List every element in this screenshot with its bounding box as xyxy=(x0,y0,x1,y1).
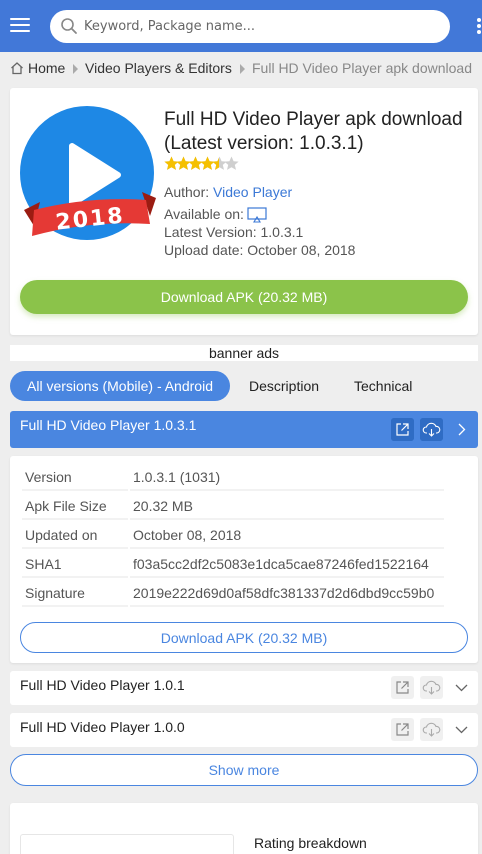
tab-technical[interactable]: Technical xyxy=(354,371,412,401)
version-row[interactable]: Full HD Video Player 1.0.1 xyxy=(10,671,478,705)
tab-all-versions[interactable]: All versions (Mobile) - Android xyxy=(10,371,230,401)
chevron-down-icon[interactable] xyxy=(450,676,473,699)
search-icon xyxy=(61,18,77,34)
info-row-size: Apk File Size 20.32 MB xyxy=(22,493,444,520)
chevron-right-icon[interactable] xyxy=(450,418,473,441)
cloud-download-icon[interactable] xyxy=(420,418,443,441)
external-link-icon[interactable] xyxy=(391,718,414,741)
rating-summary-box xyxy=(20,834,234,854)
info-row-updated: Updated on October 08, 2018 xyxy=(22,522,444,549)
external-link-icon[interactable] xyxy=(391,676,414,699)
version-title: Full HD Video Player 1.0.0 xyxy=(20,719,185,735)
breadcrumb-home[interactable]: Home xyxy=(28,60,65,76)
search-bar[interactable] xyxy=(50,10,450,43)
breadcrumb-category[interactable]: Video Players & Editors xyxy=(85,60,232,76)
android-tv-icon[interactable] xyxy=(247,207,267,223)
version-header-expanded[interactable]: Full HD Video Player 1.0.3.1 xyxy=(10,411,478,448)
available-label: Available on: xyxy=(164,206,244,222)
chevron-right-icon xyxy=(73,64,78,74)
rating-card: Rating breakdown xyxy=(10,803,478,854)
chevron-down-icon[interactable] xyxy=(450,718,473,741)
banner-ads: banner ads xyxy=(10,345,478,361)
rating-breakdown-title: Rating breakdown xyxy=(254,835,367,851)
latest-version: Latest Version: 1.0.3.1 xyxy=(164,224,304,240)
external-link-icon[interactable] xyxy=(391,418,414,441)
menu-icon[interactable] xyxy=(10,16,30,34)
author-label: Author: xyxy=(164,184,210,200)
download-apk-button[interactable]: Download APK (20.32 MB) xyxy=(20,280,468,314)
version-title: Full HD Video Player 1.0.1 xyxy=(20,677,185,693)
available-line: Available on: xyxy=(164,205,284,223)
show-more-button[interactable]: Show more xyxy=(10,754,478,786)
info-row-version: Version 1.0.3.1 (1031) xyxy=(22,464,444,491)
author-link[interactable]: Video Player xyxy=(213,184,292,200)
download-version-button[interactable]: Download APK (20.32 MB) xyxy=(20,622,468,653)
upload-date: Upload date: October 08, 2018 xyxy=(164,242,356,258)
info-row-signature: Signature 2019e222d69d0af58dfc381337d2d6… xyxy=(22,580,444,607)
version-title: Full HD Video Player 1.0.3.1 xyxy=(20,417,197,433)
app-title: Full HD Video Player apk download (Lates… xyxy=(164,109,463,154)
breadcrumb-current: Full HD Video Player apk download xyxy=(252,60,472,76)
cloud-download-icon[interactable] xyxy=(420,676,443,699)
version-row[interactable]: Full HD Video Player 1.0.0 xyxy=(10,713,478,747)
app-info-card: 2018 Full HD Video Player apk download (… xyxy=(10,88,478,335)
info-row-sha1: SHA1 f03a5cc2df2c5083e1dca5cae87246fed15… xyxy=(22,551,444,578)
version-details: Version 1.0.3.1 (1031) Apk File Size 20.… xyxy=(10,456,478,663)
breadcrumb: Home Video Players & Editors Full HD Vid… xyxy=(10,60,482,78)
app-icon: 2018 xyxy=(20,106,156,240)
rating-stars xyxy=(164,156,239,170)
tab-description[interactable]: Description xyxy=(249,371,319,401)
home-icon xyxy=(11,62,23,75)
chevron-right-icon xyxy=(240,64,245,74)
more-vert-icon[interactable] xyxy=(474,16,482,36)
cloud-download-icon[interactable] xyxy=(420,718,443,741)
author-line: Author: Video Player xyxy=(164,183,292,201)
search-input[interactable] xyxy=(84,14,434,39)
top-bar xyxy=(0,0,482,52)
